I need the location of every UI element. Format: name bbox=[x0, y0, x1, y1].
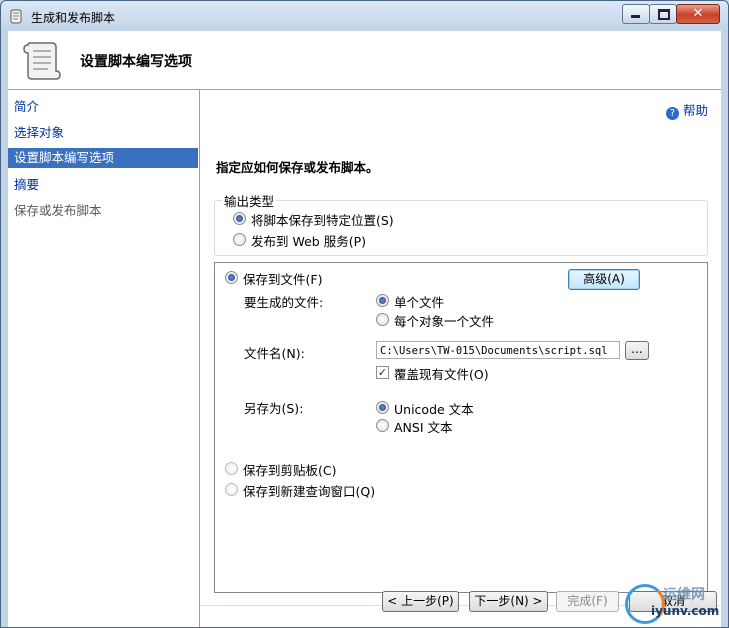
title-bar[interactable]: 生成和发布脚本 ✕ bbox=[1, 1, 728, 31]
radio-file-per-object-label[interactable]: 每个对象一个文件 bbox=[394, 311, 494, 330]
radio-save-to-file-label[interactable]: 保存到文件(F) bbox=[243, 269, 322, 288]
script-wizard-window: 生成和发布脚本 ✕ 设置脚本编写选项 简介 选择对象 设置脚本编写选项 摘要 保… bbox=[0, 0, 729, 628]
radio-publish-web-service-label[interactable]: 发布到 Web 服务(P) bbox=[251, 231, 366, 250]
radio-save-to-location[interactable] bbox=[233, 212, 246, 225]
file-name-input[interactable]: C:\Users\TW-015\Documents\script.sql bbox=[376, 341, 620, 359]
nav-item-choose-objects[interactable]: 选择对象 bbox=[8, 123, 198, 143]
radio-single-file[interactable] bbox=[376, 294, 389, 307]
maximize-button[interactable] bbox=[649, 4, 677, 24]
radio-save-to-query-window-label[interactable]: 保存到新建查询窗口(Q) bbox=[243, 481, 375, 500]
overwrite-checkbox-label[interactable]: 覆盖现有文件(O) bbox=[394, 364, 489, 383]
radio-save-to-query-window[interactable] bbox=[225, 483, 238, 496]
header-banner: 设置脚本编写选项 bbox=[8, 31, 721, 90]
radio-publish-web-service[interactable] bbox=[233, 233, 246, 246]
finish-button: 完成(F) bbox=[556, 591, 619, 612]
radio-file-per-object[interactable] bbox=[376, 313, 389, 326]
advanced-button[interactable]: 高级(A) bbox=[568, 269, 640, 290]
nav-item-scripting-options[interactable]: 设置脚本编写选项 bbox=[8, 148, 198, 168]
browse-button[interactable]: ... bbox=[625, 341, 649, 360]
close-icon: ✕ bbox=[692, 6, 704, 21]
radio-unicode-text-label[interactable]: Unicode 文本 bbox=[394, 399, 474, 418]
nav-item-intro[interactable]: 简介 bbox=[8, 97, 198, 117]
output-type-legend: 输出类型 bbox=[222, 191, 277, 210]
window-title: 生成和发布脚本 bbox=[31, 11, 116, 25]
next-button[interactable]: 下一步(N) > bbox=[469, 591, 548, 612]
radio-ansi-text-label[interactable]: ANSI 文本 bbox=[394, 417, 453, 436]
help-icon: ? bbox=[665, 107, 679, 120]
radio-save-to-clipboard-label[interactable]: 保存到剪贴板(C) bbox=[243, 460, 336, 479]
save-as-label: 另存为(S): bbox=[244, 401, 304, 416]
radio-save-to-file[interactable] bbox=[225, 271, 238, 284]
file-name-label: 文件名(N): bbox=[244, 346, 305, 361]
radio-save-to-clipboard[interactable] bbox=[225, 462, 238, 475]
cancel-button[interactable]: 取消 bbox=[629, 591, 717, 612]
maximize-icon bbox=[658, 9, 670, 20]
nav-item-save-or-publish: 保存或发布脚本 bbox=[14, 203, 102, 218]
nav-item-summary[interactable]: 摘要 bbox=[8, 175, 198, 195]
help-link[interactable]: ? 帮助 bbox=[665, 100, 708, 120]
page-title: 设置脚本编写选项 bbox=[80, 54, 192, 70]
overwrite-checkbox[interactable]: ✓ bbox=[376, 366, 389, 379]
radio-single-file-label[interactable]: 单个文件 bbox=[394, 292, 444, 311]
options-page: ? 帮助 指定应如何保存或发布脚本。 输出类型 将脚本保存到特定位置(S) 发布到… bbox=[200, 90, 721, 627]
script-scroll-icon bbox=[23, 42, 61, 80]
instruction-text: 指定应如何保存或发布脚本。 bbox=[216, 160, 379, 175]
help-label: 帮助 bbox=[682, 103, 708, 118]
radio-unicode-text[interactable] bbox=[376, 401, 389, 414]
dialog-client: 设置脚本编写选项 简介 选择对象 设置脚本编写选项 摘要 保存或发布脚本 ? 帮助… bbox=[8, 31, 721, 627]
previous-button[interactable]: < 上一步(P) bbox=[382, 591, 459, 612]
caption-buttons: ✕ bbox=[622, 4, 720, 24]
close-button[interactable]: ✕ bbox=[676, 4, 720, 24]
files-to-generate-label: 要生成的文件: bbox=[244, 295, 324, 310]
minimize-button[interactable] bbox=[622, 4, 650, 24]
wizard-nav: 简介 选择对象 设置脚本编写选项 摘要 保存或发布脚本 bbox=[8, 90, 200, 627]
script-scroll-icon bbox=[10, 9, 22, 24]
radio-save-to-location-label[interactable]: 将脚本保存到特定位置(S) bbox=[251, 210, 394, 229]
minimize-icon bbox=[631, 15, 640, 18]
radio-ansi-text[interactable] bbox=[376, 419, 389, 432]
